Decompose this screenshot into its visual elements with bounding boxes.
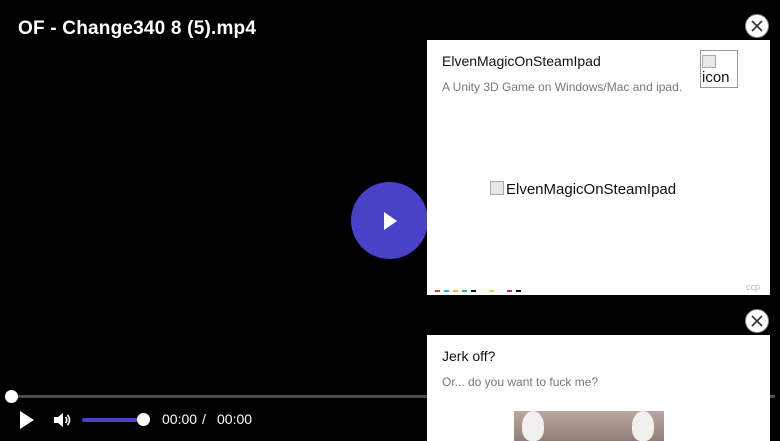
time-separator: /: [202, 411, 206, 427]
ad-close-button[interactable]: [745, 14, 769, 38]
current-time: 00:00: [162, 411, 198, 427]
ad-title[interactable]: ElvenMagicOnSteamIpad: [442, 53, 601, 69]
close-icon: [751, 315, 763, 327]
ad-image-alt: ElvenMagicOnSteamIpad: [506, 181, 677, 198]
play-button[interactable]: [17, 410, 37, 430]
mute-button[interactable]: [52, 410, 72, 430]
big-play-button[interactable]: [351, 182, 428, 259]
volume-handle[interactable]: [137, 413, 150, 426]
ad-icon-alt: icon: [702, 69, 730, 86]
seek-handle[interactable]: [5, 390, 18, 403]
broken-image-icon: [490, 181, 504, 195]
ad-description: A Unity 3D Game on Windows/Mac and ipad.: [442, 80, 683, 94]
ad-description: Or... do you want to fuck me?: [442, 375, 599, 389]
ad-icon-image[interactable]: icon: [700, 50, 738, 88]
play-icon: [20, 411, 34, 429]
ad-title[interactable]: Jerk off?: [442, 348, 495, 364]
ad-close-button-2[interactable]: [745, 309, 769, 333]
ad-card-2[interactable]: Jerk off? Or... do you want to fuck me?: [427, 335, 770, 441]
ad-photo[interactable]: [514, 411, 664, 441]
ad-footer-label: ccp: [745, 282, 760, 292]
broken-image-icon: [702, 54, 716, 68]
ad-image[interactable]: ElvenMagicOnSteamIpad: [490, 181, 676, 198]
ad-color-strip: [435, 290, 525, 293]
close-icon: [751, 20, 763, 32]
video-title: OF - Change340 8 (5).mp4: [18, 18, 257, 39]
volume-icon: [54, 413, 71, 427]
volume-slider[interactable]: [82, 418, 144, 422]
duration: 00:00: [217, 411, 253, 427]
play-icon: [383, 211, 397, 230]
ad-card[interactable]: ElvenMagicOnSteamIpad A Unity 3D Game on…: [427, 40, 770, 295]
